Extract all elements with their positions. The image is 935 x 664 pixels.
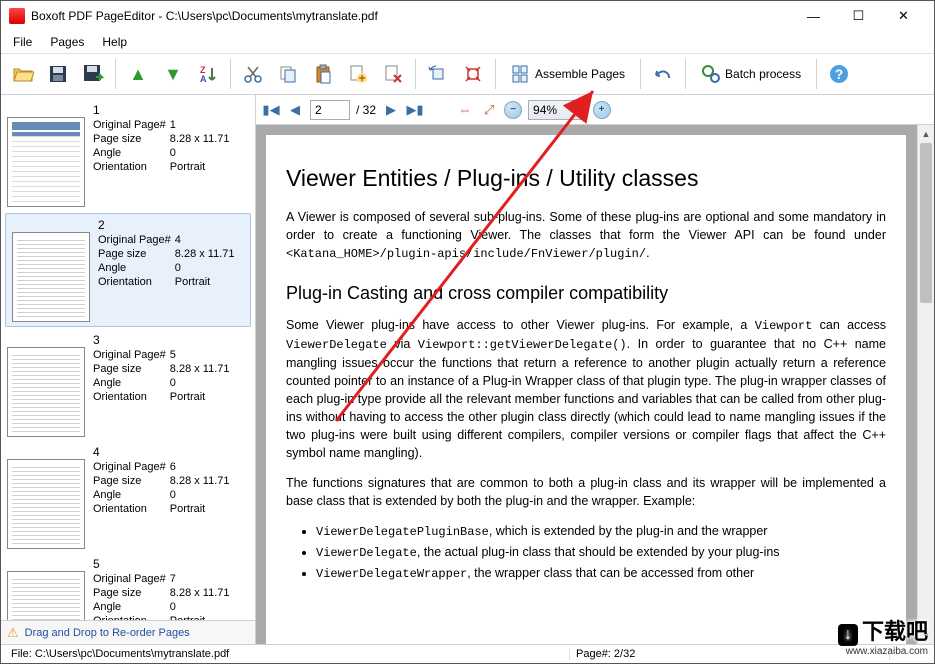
menu-file[interactable]: File [5,33,40,51]
scroll-thumb[interactable] [920,143,932,303]
floppy-arrow-icon [82,63,104,85]
app-icon [9,8,25,24]
assemble-pages-button[interactable]: Assemble Pages [502,58,634,90]
thumbnail-image [7,459,85,549]
save-as-button[interactable] [77,58,109,90]
thumbnail-meta: 3Original Page#5Page size8.28 x 11.71Ang… [93,333,234,437]
svg-text:A: A [200,74,207,84]
watermark: ↓下载吧 www.xiazaiba.com [838,614,928,657]
thumbnail-row[interactable]: 1Original Page#1Page size8.28 x 11.71Ang… [1,99,255,211]
gears-icon [701,64,721,84]
dnd-hint-label: Drag and Drop to Re-order Pages [25,627,190,639]
thumbnail-meta: 2Original Page#4Page size8.28 x 11.71Ang… [98,218,239,322]
copy-icon [278,64,298,84]
last-page-button[interactable]: ▶▮ [406,101,424,119]
page-plus-icon [348,64,368,84]
doc-heading-1: Viewer Entities / Plug-ins / Utility cla… [286,165,886,192]
expand-icon [463,64,483,84]
window-title: Boxoft PDF PageEditor - C:\Users\pc\Docu… [31,9,791,23]
copy-button[interactable] [272,58,304,90]
content-area: 1Original Page#1Page size8.28 x 11.71Ang… [1,95,934,644]
status-bar: File: C:\Users\pc\Documents\mytranslate.… [1,644,934,663]
thumbnail-meta: 4Original Page#6Page size8.28 x 11.71Ang… [93,445,234,549]
thumbnail-meta: 5Original Page#7Page size8.28 x 11.71Ang… [93,557,234,620]
next-page-button[interactable]: ▶ [382,101,400,119]
thumbnail-image [7,347,85,437]
scissors-icon [243,64,263,84]
thumbnail-row[interactable]: 4Original Page#6Page size8.28 x 11.71Ang… [1,441,255,553]
warning-icon: ⚠ [7,625,19,641]
nav-toolbar: ▮◀ ◀ / 32 ▶ ▶▮ ⇔ ⤢ − 94% + [256,95,934,125]
list-item: ViewerDelegatePluginBase, which is exten… [316,522,886,541]
paste-button[interactable] [307,58,339,90]
help-button[interactable]: ? [823,58,855,90]
pages-grid-icon [511,64,531,84]
scroll-up-button[interactable]: ▲ [918,125,934,142]
status-file: File: C:\Users\pc\Documents\mytranslate.… [5,648,570,660]
page-x-icon [383,64,403,84]
thumbnail-image [7,571,85,620]
rotate-icon [428,64,448,84]
floppy-icon [48,64,68,84]
doc-heading-2: Plug-in Casting and cross compiler compa… [286,283,886,304]
main-view: ▮◀ ◀ / 32 ▶ ▶▮ ⇔ ⤢ − 94% + Viewer Entiti… [256,95,934,644]
thumbnail-image [7,117,85,207]
document-scroll-area[interactable]: Viewer Entities / Plug-ins / Utility cla… [256,125,934,644]
menu-pages[interactable]: Pages [42,33,92,51]
thumbnail-list[interactable]: 1Original Page#1Page size8.28 x 11.71Ang… [1,95,255,620]
help-icon: ? [828,63,850,85]
thumbnail-row[interactable]: 5Original Page#7Page size8.28 x 11.71Ang… [1,553,255,620]
main-toolbar: ▲ ▼ ZA Assemble Pages Batch process ? [1,53,934,95]
batch-process-button[interactable]: Batch process [692,58,810,90]
list-item: ViewerDelegate, the actual plug-in class… [316,543,886,562]
first-page-button[interactable]: ▮◀ [262,101,280,119]
vertical-scrollbar[interactable]: ▲ ▼ [917,125,934,644]
folder-open-icon [12,63,34,85]
assemble-label: Assemble Pages [535,67,625,81]
save-button[interactable] [42,58,74,90]
page-total-label: / 32 [356,103,376,117]
doc-para-2: Some Viewer plug-ins have access to othe… [286,316,886,462]
open-button[interactable] [7,58,39,90]
insert-button[interactable] [342,58,374,90]
batch-label: Batch process [725,67,801,81]
thumbnail-sidebar: 1Original Page#1Page size8.28 x 11.71Ang… [1,95,256,644]
prev-page-button[interactable]: ◀ [286,101,304,119]
zoom-combo[interactable]: 94% [528,100,587,120]
undo-icon [653,64,673,84]
thumbnail-row[interactable]: 2Original Page#4Page size8.28 x 11.71Ang… [5,213,251,327]
undo-button[interactable] [647,58,679,90]
clipboard-icon [313,64,333,84]
extract-button[interactable] [457,58,489,90]
zoom-in-button[interactable]: + [593,101,611,119]
page-up-button[interactable]: ▲ [122,58,154,90]
cut-button[interactable] [237,58,269,90]
doc-para-3: The functions signatures that are common… [286,474,886,510]
minimize-button[interactable]: — [791,2,836,30]
list-item: ViewerDelegateWrapper, the wrapper class… [316,564,886,583]
delete-button[interactable] [377,58,409,90]
fit-width-button[interactable]: ⇔ [456,101,474,119]
close-button[interactable]: ✕ [881,2,926,30]
sort-button[interactable]: ZA [192,58,224,90]
document-page: Viewer Entities / Plug-ins / Utility cla… [266,135,906,644]
dnd-hint-bar: ⚠ Drag and Drop to Re-order Pages [1,620,255,644]
fit-page-button[interactable]: ⤢ [480,101,498,119]
svg-text:?: ? [835,66,844,82]
doc-para-1: A Viewer is composed of several sub-plug… [286,208,886,263]
rotate-button[interactable] [422,58,454,90]
zoom-out-button[interactable]: − [504,101,522,119]
menu-help[interactable]: Help [94,33,135,51]
menu-bar: File Pages Help [1,31,934,53]
page-down-button[interactable]: ▼ [157,58,189,90]
maximize-button[interactable]: ☐ [836,2,881,30]
title-bar: Boxoft PDF PageEditor - C:\Users\pc\Docu… [1,1,934,31]
sort-za-icon: ZA [198,64,218,84]
thumbnail-image [12,232,90,322]
thumbnail-meta: 1Original Page#1Page size8.28 x 11.71Ang… [93,103,234,207]
thumbnail-row[interactable]: 3Original Page#5Page size8.28 x 11.71Ang… [1,329,255,441]
doc-list: ViewerDelegatePluginBase, which is exten… [316,522,886,583]
page-number-input[interactable] [310,100,350,120]
